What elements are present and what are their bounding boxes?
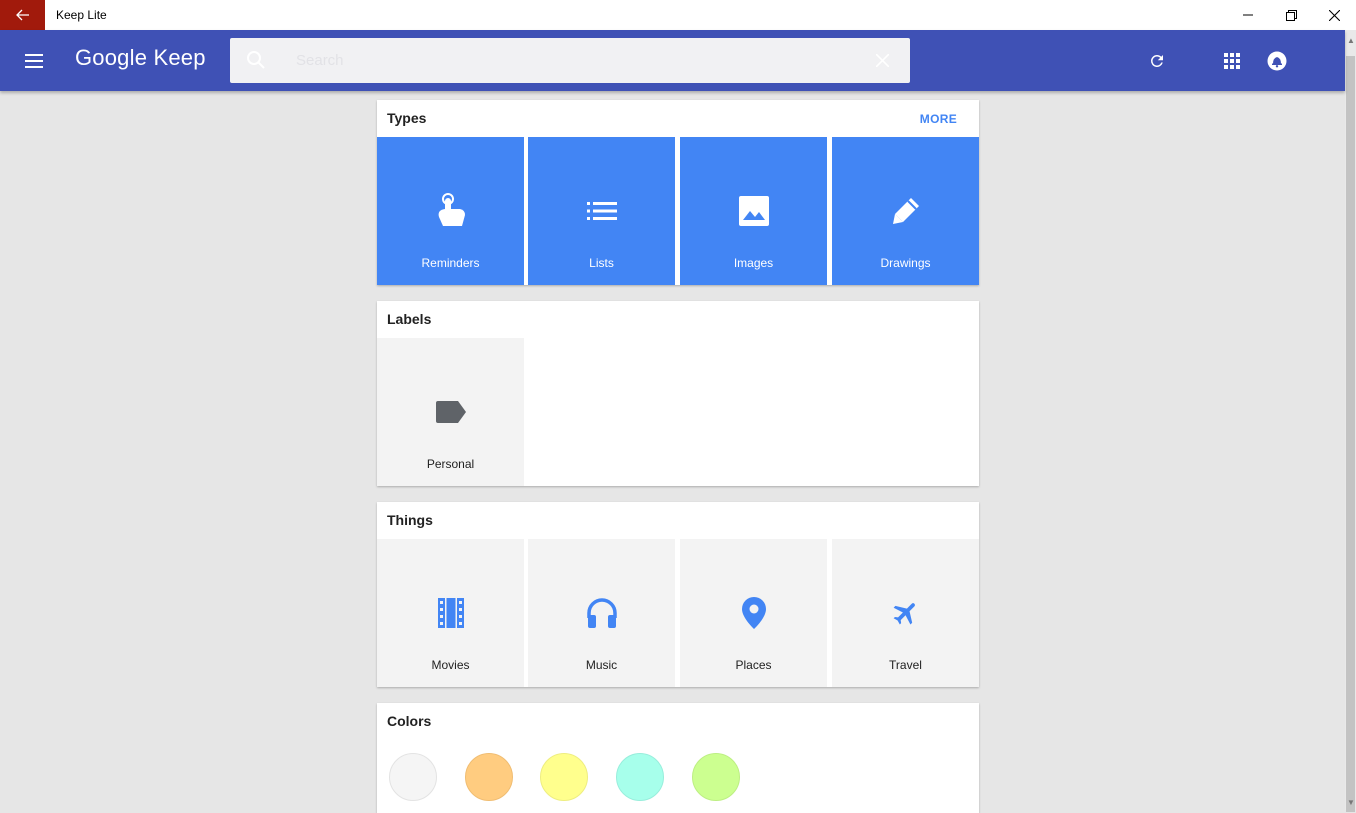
scroll-thumb[interactable]	[1346, 56, 1355, 812]
color-swatch-orange[interactable]	[465, 753, 513, 801]
film-icon	[433, 595, 469, 631]
more-button[interactable]: MORE	[920, 112, 957, 126]
menu-button[interactable]	[18, 46, 50, 76]
things-section: Things Movies Music Places Travel	[377, 502, 979, 687]
type-tile-drawings[interactable]: Drawings	[832, 137, 979, 285]
account-button[interactable]	[1264, 48, 1290, 74]
minimize-button[interactable]	[1226, 0, 1270, 30]
restore-button[interactable]	[1269, 0, 1313, 30]
place-pin-icon	[736, 595, 772, 631]
tile-label: Movies	[431, 658, 470, 672]
type-tile-images[interactable]: Images	[680, 137, 827, 285]
close-icon	[1328, 9, 1340, 21]
things-title: Things	[387, 512, 433, 528]
colors-title: Colors	[387, 713, 432, 729]
airplane-icon	[888, 595, 924, 631]
restore-icon	[1285, 9, 1297, 21]
pen-icon	[888, 193, 924, 229]
tile-label: Music	[585, 658, 618, 672]
refresh-icon	[1150, 54, 1163, 67]
window-titlebar: Keep Lite	[0, 0, 1356, 30]
brand-title: Google Keep	[75, 45, 206, 70]
search-input[interactable]	[296, 48, 856, 73]
reminder-finger-icon	[433, 193, 469, 229]
types-section: Types MORE Reminders Lists Images Drawin…	[377, 100, 979, 285]
colors-section: Colors	[377, 703, 979, 813]
color-swatch-white[interactable]	[389, 753, 437, 801]
tile-label: Lists	[589, 256, 614, 270]
tile-label: Places	[735, 658, 772, 672]
thing-tile-travel[interactable]: Travel	[832, 539, 979, 687]
apps-grid-icon	[1224, 53, 1240, 69]
label-tile-personal[interactable]: Personal	[377, 338, 524, 486]
color-swatch-teal[interactable]	[616, 753, 664, 801]
clear-search-icon[interactable]	[876, 54, 889, 67]
color-swatch-green[interactable]	[692, 753, 740, 801]
list-icon	[584, 193, 620, 229]
type-tile-lists[interactable]: Lists	[528, 137, 675, 285]
scroll-down-icon[interactable]: ▼	[1347, 798, 1355, 807]
tile-label: Personal	[426, 457, 475, 471]
tile-label: Reminders	[421, 256, 480, 270]
app-bar: Google Keep	[0, 30, 1345, 91]
account-icon	[1267, 51, 1287, 71]
thing-tile-music[interactable]: Music	[528, 539, 675, 687]
tile-label: Travel	[889, 658, 922, 672]
thing-tile-movies[interactable]: Movies	[377, 539, 524, 687]
search-box[interactable]	[230, 38, 910, 83]
label-tag-icon	[433, 394, 469, 430]
tile-label: Images	[733, 256, 774, 270]
apps-button[interactable]	[1219, 48, 1245, 74]
tile-label: Drawings	[880, 256, 931, 270]
close-window-button[interactable]	[1312, 0, 1356, 30]
thing-tile-places[interactable]: Places	[680, 539, 827, 687]
headphones-icon	[584, 595, 620, 631]
back-button[interactable]	[0, 0, 45, 30]
arrow-left-icon	[15, 9, 29, 21]
labels-title: Labels	[387, 311, 432, 327]
window-title: Keep Lite	[56, 8, 107, 22]
minimize-icon	[1243, 14, 1253, 16]
search-icon	[247, 51, 265, 69]
color-swatch-yellow[interactable]	[540, 753, 588, 801]
scroll-up-icon[interactable]: ▲	[1347, 36, 1355, 45]
types-title: Types	[387, 110, 427, 126]
vertical-scrollbar[interactable]: ▲ ▼	[1345, 30, 1356, 812]
refresh-button[interactable]	[1144, 48, 1170, 74]
menu-icon	[25, 54, 43, 68]
type-tile-reminders[interactable]: Reminders	[377, 137, 524, 285]
labels-section: Labels Personal	[377, 301, 979, 486]
image-icon	[736, 193, 772, 229]
